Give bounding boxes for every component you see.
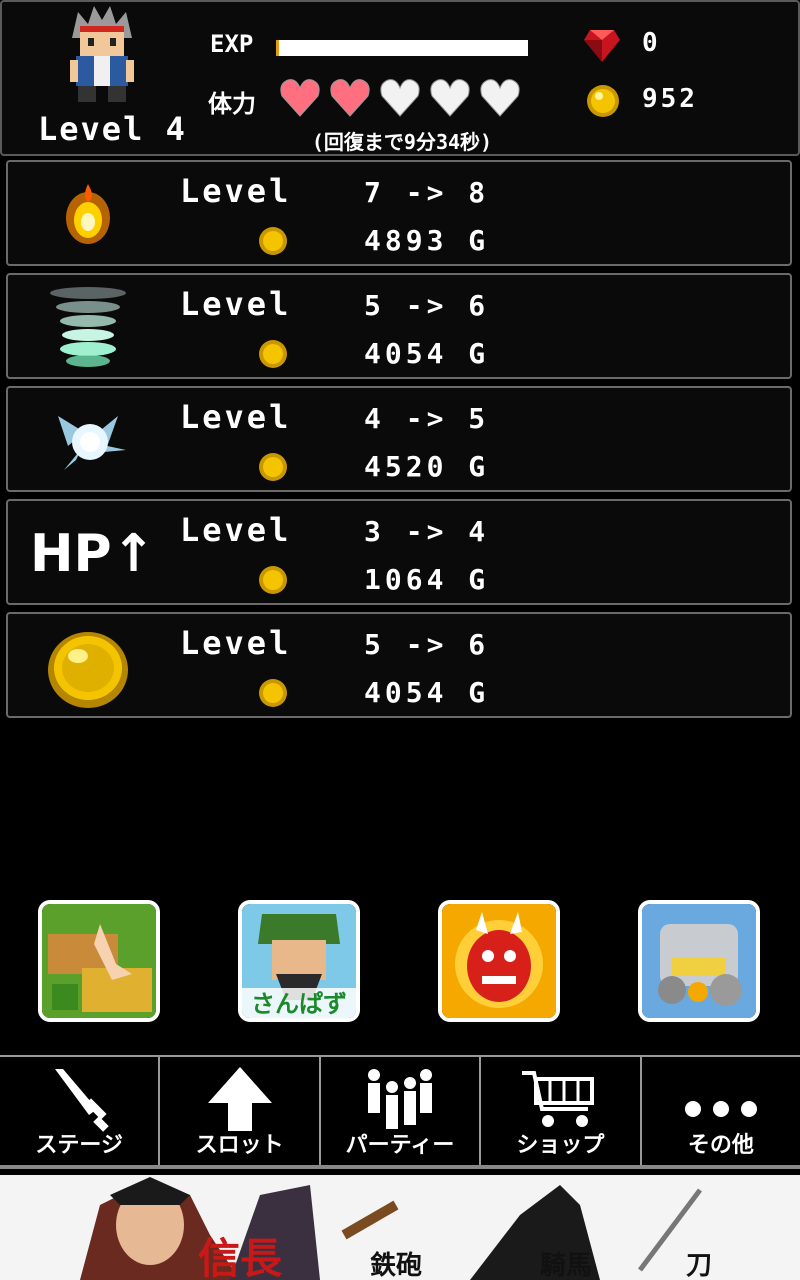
nav-label: ショップ [516, 1133, 605, 1158]
upgrade-row-fire[interactable]: Level 7 -> 8 4893 G [6, 160, 792, 266]
upgrade-level-label: Level [180, 511, 292, 549]
banner-word-cavalry: 騎馬 [540, 1251, 593, 1280]
heart-empty-icon [380, 79, 420, 117]
more-icon [684, 1101, 757, 1117]
nav-shop-button[interactable]: ショップ [481, 1057, 642, 1165]
coin-icon [259, 566, 287, 594]
upgrade-level-change: 5 -> 6 [364, 628, 490, 661]
tornado-icon [50, 287, 126, 367]
stamina-label: 体力 [208, 90, 256, 118]
upgrade-level-label: Level [180, 624, 292, 662]
gold-coin-icon [48, 632, 128, 708]
robot-ad[interactable] [638, 900, 760, 1022]
ice-burst-icon [58, 416, 126, 470]
gold-count: 952 [642, 84, 698, 114]
upgrade-cost: 4893 G [364, 224, 490, 257]
upgrade-cost: 1064 G [364, 563, 490, 596]
red-dragon-icon [442, 904, 556, 1018]
nobunaga-banner-ad[interactable]: 信長 鉄砲 騎馬 刀 [0, 1175, 800, 1280]
heart-full-icon [330, 79, 370, 117]
arrow-up-icon [207, 1067, 272, 1131]
upgrade-row-tornado[interactable]: Level 5 -> 6 4054 G [6, 273, 792, 379]
nav-label: その他 [687, 1133, 754, 1158]
upgrade-row-hp[interactable]: HP↑ Level 3 -> 4 1064 G [6, 499, 792, 605]
upgrade-level-change: 4 -> 5 [364, 402, 490, 435]
coin-icon [259, 340, 287, 368]
nav-stage-button[interactable]: ステージ [0, 1057, 161, 1165]
coin-icon [259, 453, 287, 481]
cart-icon [522, 1071, 595, 1127]
heart-full-icon [280, 79, 320, 117]
farm-game-ad[interactable] [38, 900, 160, 1022]
sanpazu-ad[interactable]: さんぱず [238, 900, 360, 1022]
gold-coin-icon [587, 85, 619, 117]
upgrade-level-change: 7 -> 8 [364, 176, 490, 209]
hero-avatar-icon [70, 6, 134, 102]
nav-label: パーティー [345, 1133, 455, 1158]
exp-bar [276, 40, 528, 56]
upgrade-level-change: 5 -> 6 [364, 289, 490, 322]
heart-empty-icon [430, 79, 470, 117]
stamina-hearts [278, 76, 522, 120]
upgrade-cost: 4054 G [364, 337, 490, 370]
upgrade-level-label: Level [180, 398, 292, 436]
coin-icon [259, 679, 287, 707]
robot-icon [642, 904, 756, 1018]
player-level: Level 4 [38, 110, 187, 148]
red-dragon-ad[interactable] [438, 900, 560, 1022]
nav-label: スロット [195, 1133, 284, 1158]
exp-label: EXP [210, 30, 254, 58]
ruby-gem-icon [584, 30, 620, 62]
banner-word-gun: 鉄砲 [370, 1251, 423, 1280]
farm-field-icon [42, 904, 156, 1018]
recovery-timer: (回復まで9分34秒) [311, 130, 493, 154]
banner-word-sword: 刀 [686, 1251, 713, 1280]
upgrade-cost: 4520 G [364, 450, 490, 483]
gem-count: 0 [642, 28, 658, 58]
upgrade-row-ice[interactable]: Level 4 -> 5 4520 G [6, 386, 792, 492]
upgrade-level-change: 3 -> 4 [364, 515, 490, 548]
upgrade-level-label: Level [180, 172, 292, 210]
upgrade-row-gold[interactable]: Level 5 -> 6 4054 G [6, 612, 792, 718]
nav-other-button[interactable]: その他 [642, 1057, 800, 1165]
fire-icon [66, 184, 110, 244]
bottom-nav: ステージ スロット パーティー ショップ その他 [0, 1055, 800, 1169]
nav-party-button[interactable]: パーティー [321, 1057, 482, 1165]
heart-empty-icon [480, 79, 520, 117]
status-panel: Level 4 EXP 体力 (回復まで9分34秒) 0 952 [0, 0, 800, 156]
sword-icon [55, 1069, 109, 1132]
party-icon [368, 1069, 433, 1129]
sanpazu-label: さんぱず [251, 990, 347, 1018]
exp-bar-fill [276, 40, 279, 56]
nav-slot-button[interactable]: スロット [160, 1057, 321, 1165]
upgrade-level-label: Level [180, 285, 292, 323]
upgrade-cost: 4054 G [364, 676, 490, 709]
hp-up-icon: HP↑ [30, 524, 156, 584]
coin-icon [259, 227, 287, 255]
banner-title: 信長 [198, 1234, 283, 1280]
nav-label: ステージ [35, 1133, 123, 1158]
